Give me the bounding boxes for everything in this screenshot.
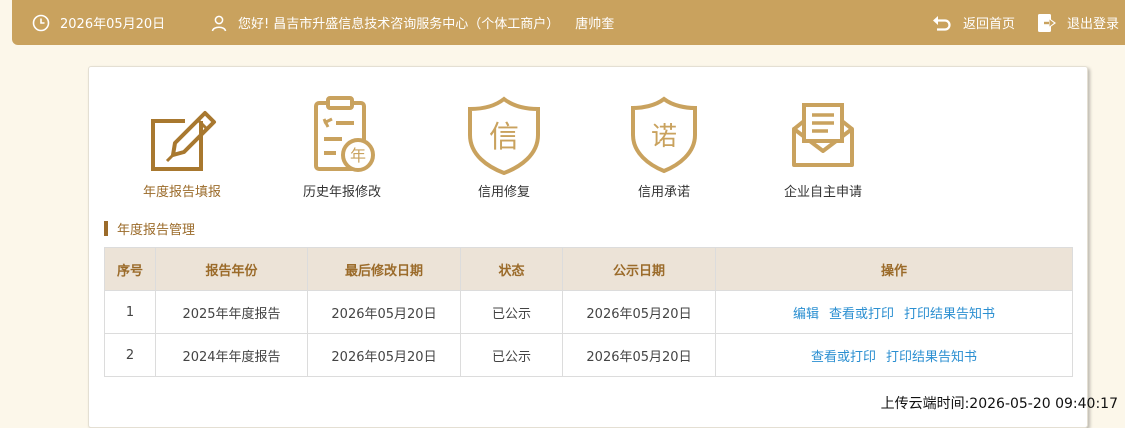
clipboard-year-icon: 年 — [314, 96, 375, 172]
col-header-actions: 操作 — [715, 247, 1073, 291]
shield-promise-icon: 诺 — [631, 96, 697, 174]
shield-promise-text: 诺 — [651, 122, 677, 152]
col-header-status: 状态 — [460, 247, 563, 291]
logout-icon — [1038, 13, 1056, 32]
section-title-text: 年度报告管理 — [117, 222, 196, 238]
greeting-text: 您好! — [238, 17, 270, 32]
cell-public-date: 2026年05月20日 — [562, 333, 716, 377]
edit-link[interactable]: 编辑 — [793, 303, 819, 322]
cell-actions: 编辑 查看或打印 打印结果告知书 — [715, 290, 1073, 334]
cell-status: 已公示 — [460, 333, 563, 377]
logout-label: 退出登录 — [1067, 17, 1120, 32]
menu-self-application[interactable]: 企业自主申请 — [748, 93, 898, 203]
user-name: 唐帅奎 — [575, 17, 615, 32]
cell-actions: 查看或打印 打印结果告知书 — [715, 333, 1073, 377]
top-bar: 2026年05月20日 您好! 昌吉市升盛信息技术咨询服务中心（个体工商户） 唐… — [12, 0, 1125, 45]
table-row: 1 2025年年度报告 2026年05月20日 已公示 2026年05月20日 … — [104, 290, 1073, 334]
view-print-link[interactable]: 查看或打印 — [811, 346, 876, 365]
menu-credit-promise-label: 信用承诺 — [637, 185, 690, 200]
menu-credit-repair[interactable]: 信 信用修复 — [429, 93, 579, 203]
back-home-button[interactable]: 返回首页 — [931, 0, 1015, 45]
col-header-public-date: 公示日期 — [562, 247, 716, 291]
section-title: 年度报告管理 — [104, 220, 196, 238]
cell-modified: 2026年05月20日 — [307, 333, 461, 377]
logout-button[interactable]: 退出登录 — [1037, 0, 1119, 45]
menu-annual-report-label: 年度报告填报 — [142, 185, 221, 200]
date-display: 2026年05月20日 — [32, 0, 165, 45]
cell-year: 2024年年度报告 — [155, 333, 308, 377]
back-arrow-icon — [933, 15, 951, 31]
company-name: 昌吉市升盛信息技术咨询服务中心（个体工商户） — [273, 17, 560, 32]
user-info: 您好! 昌吉市升盛信息技术咨询服务中心（个体工商户） 唐帅奎 — [210, 0, 614, 45]
cell-year: 2025年年度报告 — [155, 290, 308, 334]
main-card: 年度报告填报 年 历史年报修改 信 信用修复 诺 信用承诺 企业自主申请 年度报… — [88, 66, 1088, 428]
upload-time: 上传云端时间:2026-05-20 09:40:17 — [880, 396, 1118, 412]
envelope-icon — [792, 103, 854, 167]
cell-no: 1 — [104, 290, 156, 334]
user-icon — [211, 15, 227, 31]
menu-history-modify-label: 历史年报修改 — [302, 185, 381, 200]
menu-credit-promise[interactable]: 诺 信用承诺 — [589, 93, 739, 203]
cell-public-date: 2026年05月20日 — [562, 290, 716, 334]
col-header-year: 报告年份 — [155, 247, 308, 291]
annual-report-table: 序号 报告年份 最后修改日期 状态 公示日期 操作 1 2025年年度报告 20… — [104, 247, 1073, 377]
edit-report-icon — [151, 111, 216, 171]
section-title-bar — [104, 220, 108, 236]
table-row: 2 2024年年度报告 2026年05月20日 已公示 2026年05月20日 … — [104, 333, 1073, 377]
back-home-label: 返回首页 — [963, 17, 1016, 32]
shield-credit-text: 信 — [489, 120, 519, 155]
table-header-row: 序号 报告年份 最后修改日期 状态 公示日期 操作 — [104, 247, 1073, 291]
col-header-modified: 最后修改日期 — [307, 247, 461, 291]
col-header-no: 序号 — [104, 247, 156, 291]
cell-modified: 2026年05月20日 — [307, 290, 461, 334]
view-print-link[interactable]: 查看或打印 — [829, 303, 894, 322]
clock-icon — [32, 14, 50, 31]
shield-credit-icon: 信 — [468, 96, 540, 175]
menu-history-modify[interactable]: 年 历史年报修改 — [267, 93, 417, 203]
print-notice-link[interactable]: 打印结果告知书 — [886, 346, 977, 365]
cell-status: 已公示 — [460, 290, 563, 334]
date-text: 2026年05月20日 — [60, 17, 166, 32]
cell-no: 2 — [104, 333, 156, 377]
menu-credit-repair-label: 信用修复 — [477, 185, 530, 200]
print-notice-link[interactable]: 打印结果告知书 — [904, 303, 995, 322]
menu-annual-report[interactable]: 年度报告填报 — [107, 93, 257, 203]
clipboard-year-text: 年 — [350, 146, 366, 165]
menu-self-application-label: 企业自主申请 — [783, 185, 862, 200]
